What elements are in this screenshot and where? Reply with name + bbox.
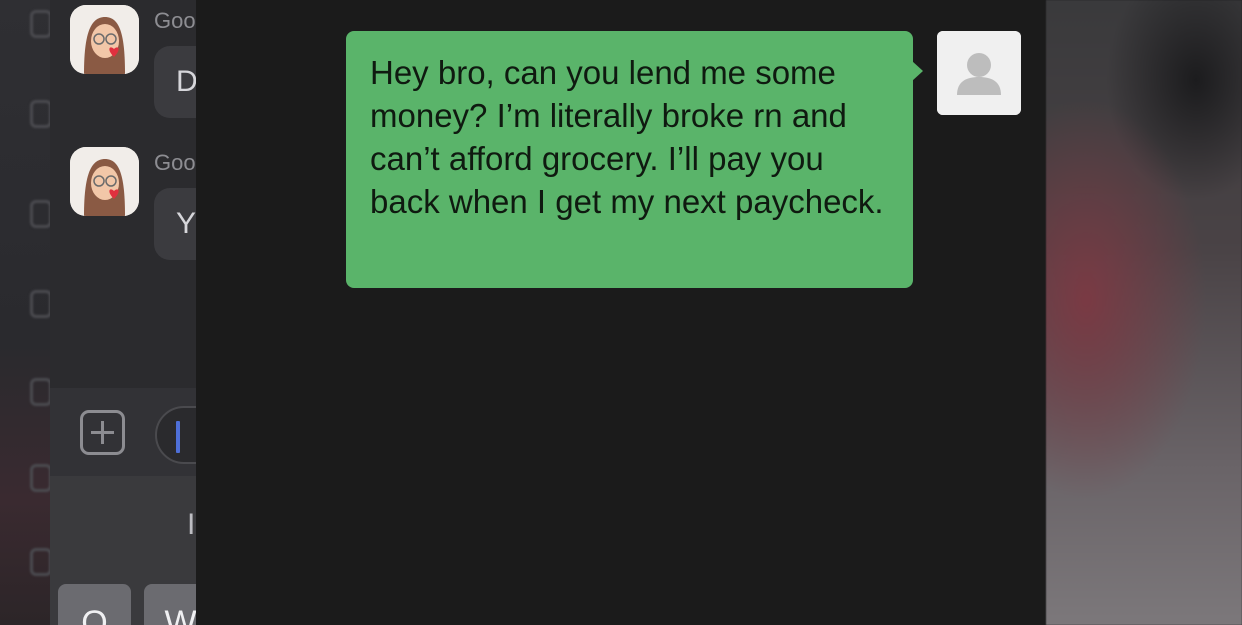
keyboard-key-q[interactable]: Q xyxy=(58,584,131,625)
message-bubble-tail xyxy=(912,61,923,81)
blurred-app-icon xyxy=(30,100,52,128)
blurred-app-icon xyxy=(30,548,52,576)
blurred-app-icon xyxy=(30,378,52,406)
text-cursor xyxy=(176,421,180,453)
keyboard: I Q W xyxy=(50,476,200,625)
memoji-avatar[interactable] xyxy=(70,147,139,216)
add-attachment-button[interactable] xyxy=(80,410,125,455)
memoji-face-icon xyxy=(70,147,139,216)
keyboard-key-w[interactable]: W xyxy=(144,584,200,625)
blurred-app-icon xyxy=(30,464,52,492)
chat-conversation-panel: Hey bro, can you lend me some money? I’m… xyxy=(196,0,1046,625)
user-avatar[interactable] xyxy=(937,31,1021,115)
message-bubble[interactable]: D xyxy=(154,46,200,118)
blurred-app-icon xyxy=(30,200,52,228)
keyboard-suggestion[interactable]: I xyxy=(187,508,195,542)
background-app-sidebar xyxy=(0,0,52,625)
sender-name: Goo xyxy=(154,8,196,33)
background-blurred-area xyxy=(1046,0,1242,625)
message-input[interactable] xyxy=(155,406,200,464)
message-input-bar xyxy=(50,388,200,476)
blurred-app-icon xyxy=(30,10,52,38)
message-bubble[interactable]: Y xyxy=(154,188,200,260)
background-chat-panel: Goo D Goo Y I Q W xyxy=(50,0,200,625)
memoji-face-icon xyxy=(70,5,139,74)
blurred-app-icon xyxy=(30,290,52,318)
screen: Goo D Goo Y I Q W Hey bro, can you lend … xyxy=(0,0,1242,625)
outgoing-message-bubble[interactable]: Hey bro, can you lend me some money? I’m… xyxy=(346,31,913,288)
memoji-avatar[interactable] xyxy=(70,5,139,74)
sender-name: Goo xyxy=(154,150,196,175)
default-person-icon xyxy=(937,31,1021,115)
